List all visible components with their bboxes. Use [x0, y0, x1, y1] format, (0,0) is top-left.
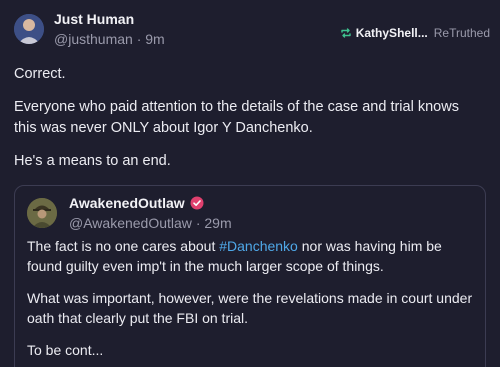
verified-badge-icon	[190, 196, 204, 210]
truth-post: Just Human @justhuman · 9m KathyShell...…	[0, 0, 500, 367]
quoted-author-name-row: AwakenedOutlaw	[69, 195, 204, 211]
retruth-user[interactable]: KathyShell...	[356, 26, 428, 40]
quoted-paragraph: What was important, however, were the re…	[27, 290, 473, 326]
author-handle[interactable]: @justhuman	[54, 31, 133, 47]
post-paragraph: Correct.	[14, 66, 66, 82]
quoted-author-handle[interactable]: @AwakenedOutlaw	[69, 215, 192, 231]
author-display-name[interactable]: Just Human	[54, 11, 134, 27]
author-handle-row: @justhuman · 9m	[54, 31, 165, 47]
quoted-paragraph: The fact is no one cares about #Danchenk…	[27, 236, 475, 276]
author-avatar[interactable]	[14, 14, 44, 44]
quoted-post-body: The fact is no one cares about #Danchenk…	[27, 236, 475, 367]
quoted-post[interactable]: AwakenedOutlaw @AwakenedOutlaw · 29m The…	[14, 185, 486, 367]
post-time[interactable]: 9m	[145, 31, 164, 47]
post-paragraph: He's a means to an end.	[14, 153, 171, 169]
quoted-post-time[interactable]: 29m	[204, 215, 231, 231]
quoted-author-display-name[interactable]: AwakenedOutlaw	[69, 195, 185, 211]
retruth-icon	[340, 27, 352, 39]
retruth-label: ReTruthed	[433, 26, 490, 40]
hashtag-link[interactable]: #Danchenko	[219, 238, 298, 254]
quoted-author-handle-row: @AwakenedOutlaw · 29m	[69, 215, 232, 231]
quoted-author-avatar[interactable]	[27, 198, 57, 228]
separator-dot: ·	[136, 31, 146, 47]
quoted-text-segment: The fact is no one cares about	[27, 238, 220, 254]
retruth-indicator[interactable]: KathyShell... ReTruthed	[340, 26, 490, 40]
quoted-paragraph: To be cont...	[27, 342, 104, 358]
post-body: Correct. Everyone who paid attention to …	[14, 64, 484, 184]
post-paragraph: Everyone who paid attention to the detai…	[14, 99, 459, 136]
